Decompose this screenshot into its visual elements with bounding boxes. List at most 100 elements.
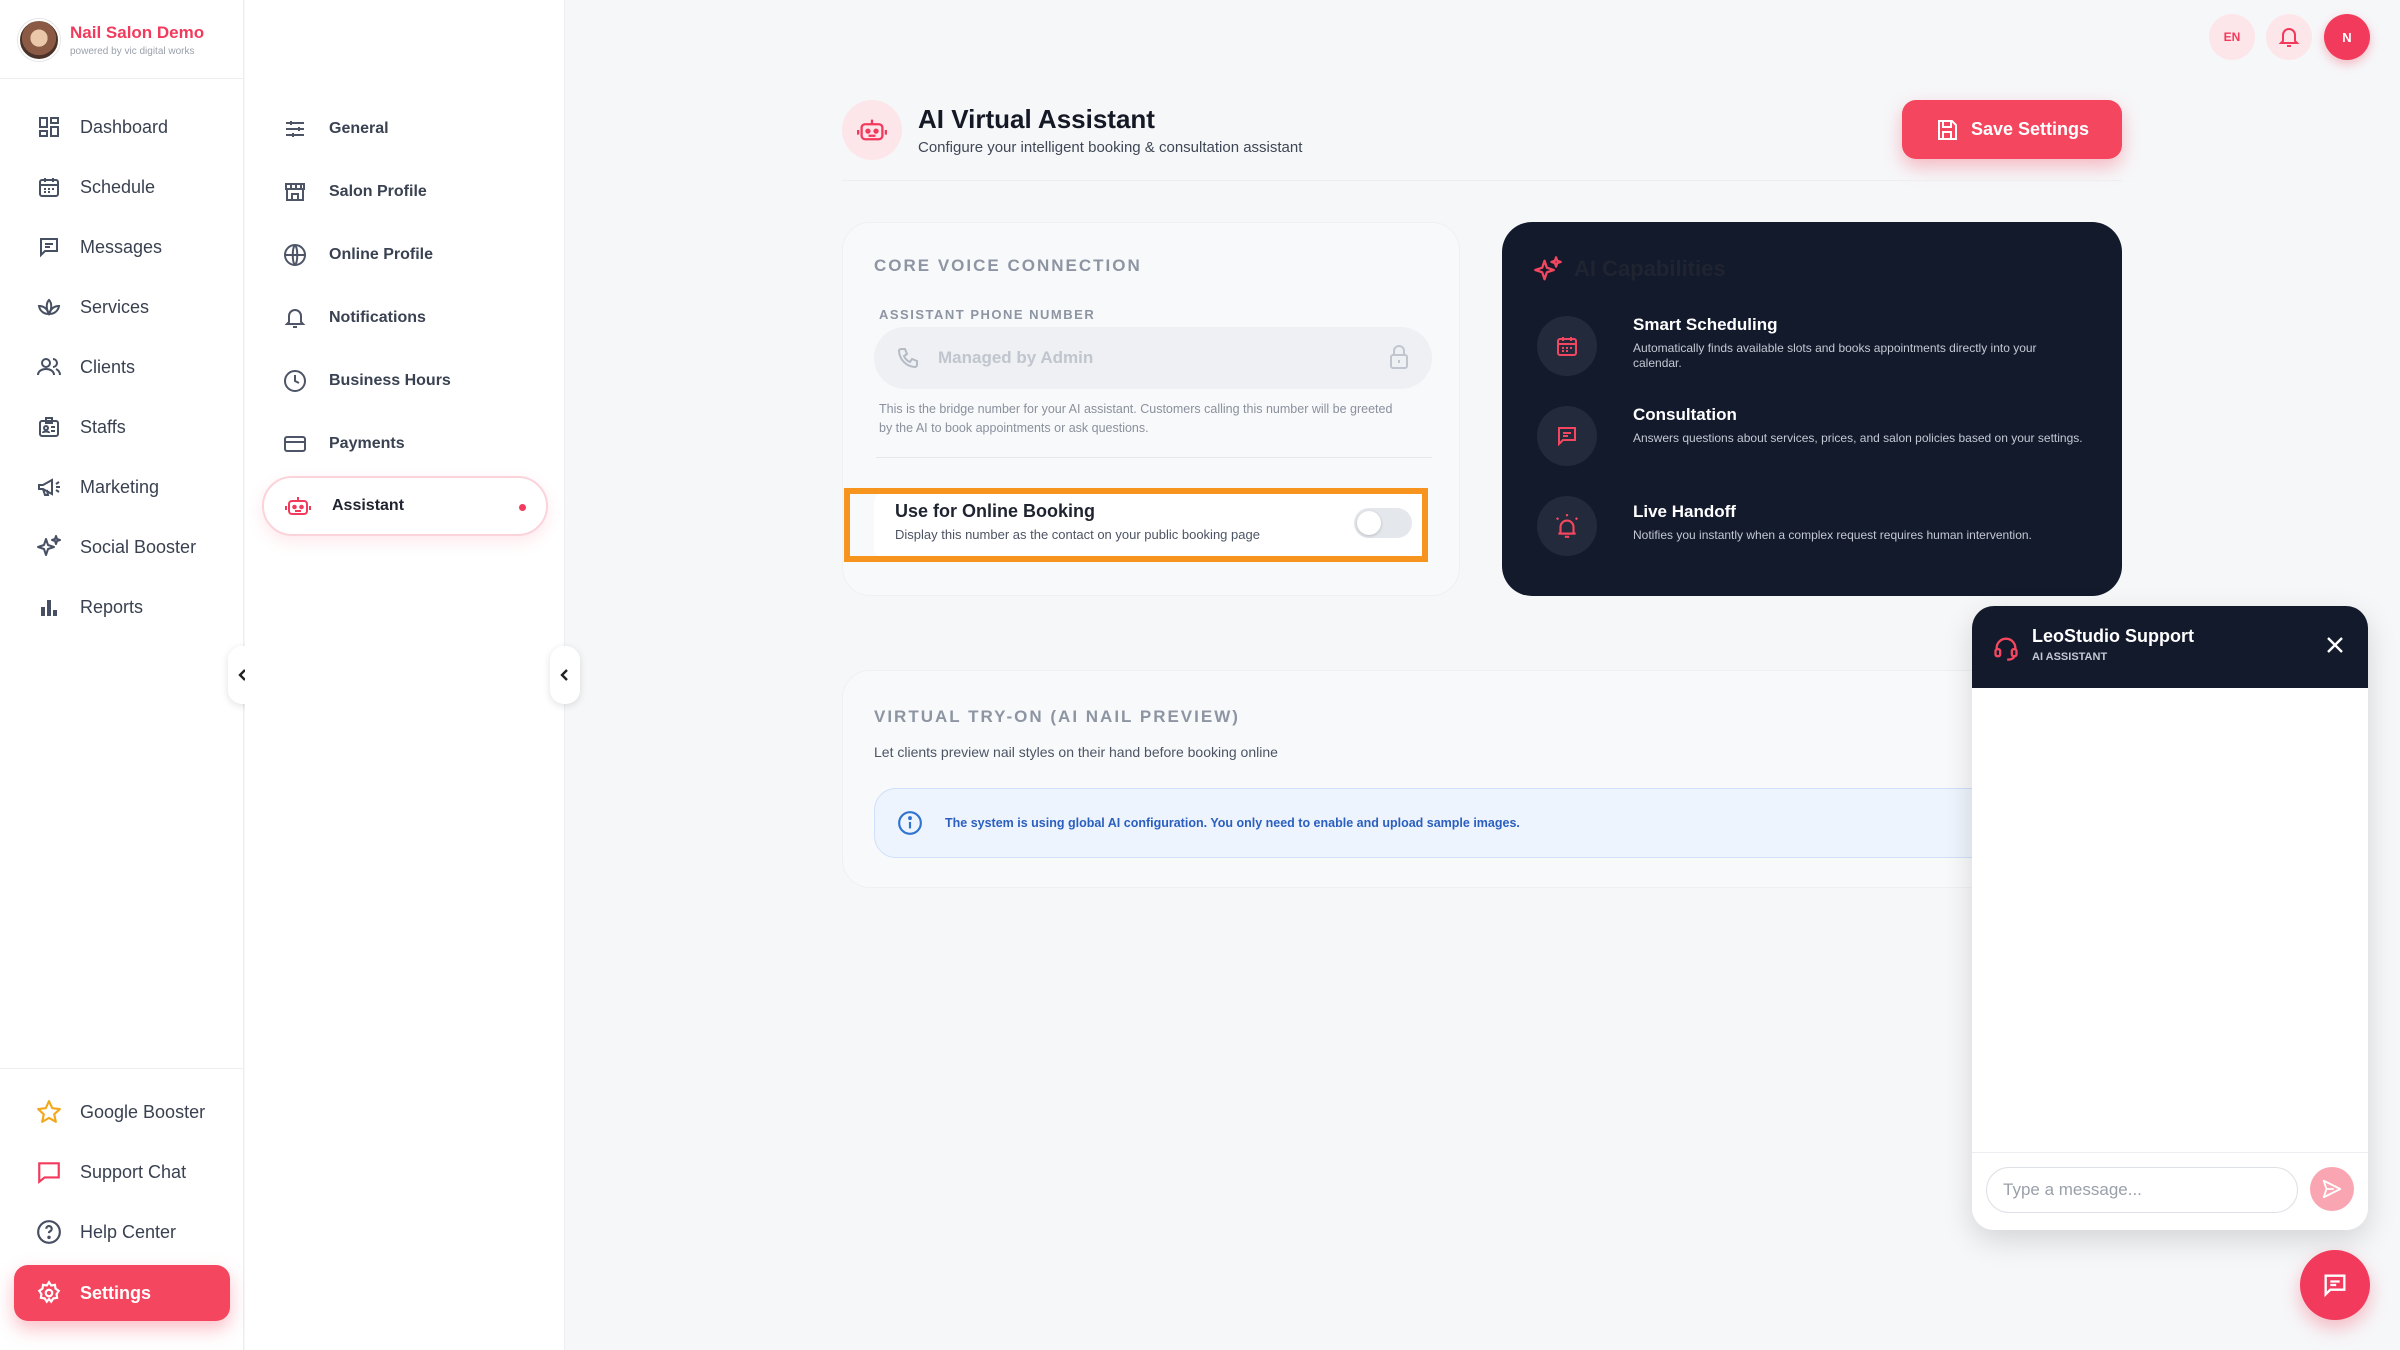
sidebar-item-clients[interactable]: Clients [34, 352, 135, 382]
salon-logo [18, 19, 60, 61]
send-button[interactable] [2310, 1167, 2354, 1211]
settings-item-assistant[interactable]: Assistant [262, 476, 548, 536]
bar-chart-icon [34, 592, 64, 622]
sidebar-item-social-booster[interactable]: Social Booster [34, 532, 196, 562]
info-banner: The system is using global AI configurat… [874, 788, 2024, 858]
save-settings-button[interactable]: Save Settings [1902, 100, 2122, 159]
capabilities-title: AI Capabilities [1574, 256, 1726, 281]
language-button[interactable]: EN [2209, 14, 2255, 60]
capability-title: Live Handoff [1633, 502, 1736, 521]
capability-desc: Automatically finds available slots and … [1633, 341, 2037, 370]
main-sidebar: Nail Salon Demo powered by vic digital w… [0, 0, 244, 1350]
save-icon [1935, 118, 1959, 142]
capability-desc: Notifies you instantly when a complex re… [1633, 528, 2032, 542]
assistant-phone-field[interactable]: Managed by Admin [874, 327, 1432, 389]
chat-icon [34, 1157, 64, 1187]
sidebar-item-google-booster[interactable]: Google Booster [34, 1097, 205, 1127]
capability-title: Consultation [1633, 405, 1737, 424]
divider [876, 457, 1432, 458]
chat-title: LeoStudio Support [2032, 626, 2194, 646]
clock-icon [281, 367, 309, 395]
active-indicator [519, 504, 526, 511]
chat-input-placeholder: Type a message... [2003, 1180, 2142, 1199]
sidebar-item-label: Marketing [80, 476, 160, 497]
chat-subtitle: AI ASSISTANT [2032, 651, 2108, 663]
capability-icon [1537, 496, 1597, 556]
sidebar-item-label: Services [80, 296, 150, 317]
brand-name: Nail Salon Demo [70, 23, 205, 42]
users-icon [34, 352, 64, 382]
chat-header: LeoStudio Support AI ASSISTANT [1972, 606, 2368, 688]
robot-icon [857, 116, 887, 144]
store-icon [281, 178, 309, 206]
bell-icon [2277, 25, 2301, 49]
sidebar-item-reports[interactable]: Reports [34, 592, 143, 622]
settings-item-business-hours[interactable]: Business Hours [281, 361, 451, 401]
sidebar-item-label: Support Chat [80, 1161, 187, 1182]
support-chat-widget: LeoStudio Support AI ASSISTANT Type a me… [1972, 606, 2368, 1230]
sparkles-icon [1533, 255, 1563, 285]
lotus-icon [34, 292, 64, 322]
message-icon [1555, 424, 1579, 448]
help-icon [34, 1217, 64, 1247]
capability-icon [1537, 406, 1597, 466]
settings-item-label: Business Hours [329, 372, 451, 389]
sidebar-item-label: Google Booster [80, 1101, 206, 1122]
settings-item-label: General [329, 120, 389, 137]
chat-icon [2321, 1271, 2349, 1299]
sidebar-item-help-center[interactable]: Help Center [34, 1217, 176, 1247]
sidebar-item-label: Reports [80, 596, 144, 617]
sidebar-item-support-chat[interactable]: Support Chat [34, 1157, 186, 1187]
robot-icon [284, 492, 312, 520]
notifications-button[interactable] [2266, 14, 2312, 60]
close-icon[interactable] [2324, 634, 2346, 656]
info-icon [897, 810, 923, 836]
send-icon [2321, 1178, 2343, 1200]
page-subtitle: Configure your intelligent booking & con… [918, 139, 1303, 156]
language-label: EN [2223, 30, 2241, 44]
divider [0, 1068, 244, 1069]
settings-item-general[interactable]: General [281, 109, 389, 149]
settings-item-payments[interactable]: Payments [281, 424, 405, 464]
settings-item-label: Salon Profile [329, 183, 427, 200]
brand[interactable]: Nail Salon Demo powered by vic digital w… [18, 18, 204, 62]
settings-label: Settings [80, 1282, 152, 1303]
sidebar-item-schedule[interactable]: Schedule [34, 172, 155, 202]
globe-icon [281, 241, 309, 269]
calendar-icon [1555, 334, 1579, 358]
sliders-icon [281, 115, 309, 143]
phone-help-text: This is the bridge number for your AI as… [879, 402, 1393, 435]
sidebar-item-label: Help Center [80, 1221, 177, 1242]
settings-item-label: Payments [329, 435, 405, 452]
avatar[interactable]: N [2324, 14, 2370, 60]
sidebar-item-messages[interactable]: Messages [34, 232, 162, 262]
settings-item-notifications[interactable]: Notifications [281, 298, 426, 338]
collapse-settings-nav-button[interactable] [550, 646, 580, 704]
chat-message-input[interactable]: Type a message... [1986, 1167, 2298, 1213]
sidebar-item-staffs[interactable]: Staffs [34, 412, 126, 442]
id-badge-icon [34, 412, 64, 442]
star-icon [34, 1097, 64, 1127]
settings-item-salon-profile[interactable]: Salon Profile [281, 172, 427, 212]
sparkles-icon [34, 532, 64, 562]
settings-item-label: Notifications [329, 309, 426, 326]
open-chat-button[interactable] [2300, 1250, 2370, 1320]
page-title: AI Virtual Assistant [918, 104, 1155, 134]
sidebar-item-services[interactable]: Services [34, 292, 149, 322]
assistant-header-icon [842, 100, 902, 160]
highlight-box [844, 488, 1428, 562]
lock-icon [1388, 344, 1410, 370]
sidebar-item-label: Social Booster [80, 536, 197, 557]
section-subtitle: Let clients preview nail styles on their… [874, 744, 1278, 760]
sidebar-item-marketing[interactable]: Marketing [34, 472, 159, 502]
chevron-left-icon [558, 668, 572, 682]
section-title: CORE VOICE CONNECTION [874, 256, 1142, 275]
sidebar-item-dashboard[interactable]: Dashboard [34, 112, 168, 142]
settings-nav: General Salon Profile Online Profile Not… [245, 0, 565, 1350]
capability-desc: Answers questions about services, prices… [1633, 431, 2083, 445]
info-text: The system is using global AI configurat… [945, 816, 1520, 830]
sidebar-item-settings[interactable]: Settings [14, 1265, 230, 1321]
save-settings-label: Save Settings [1970, 119, 2090, 139]
settings-item-online-profile[interactable]: Online Profile [281, 235, 433, 275]
bell-icon [281, 304, 309, 332]
